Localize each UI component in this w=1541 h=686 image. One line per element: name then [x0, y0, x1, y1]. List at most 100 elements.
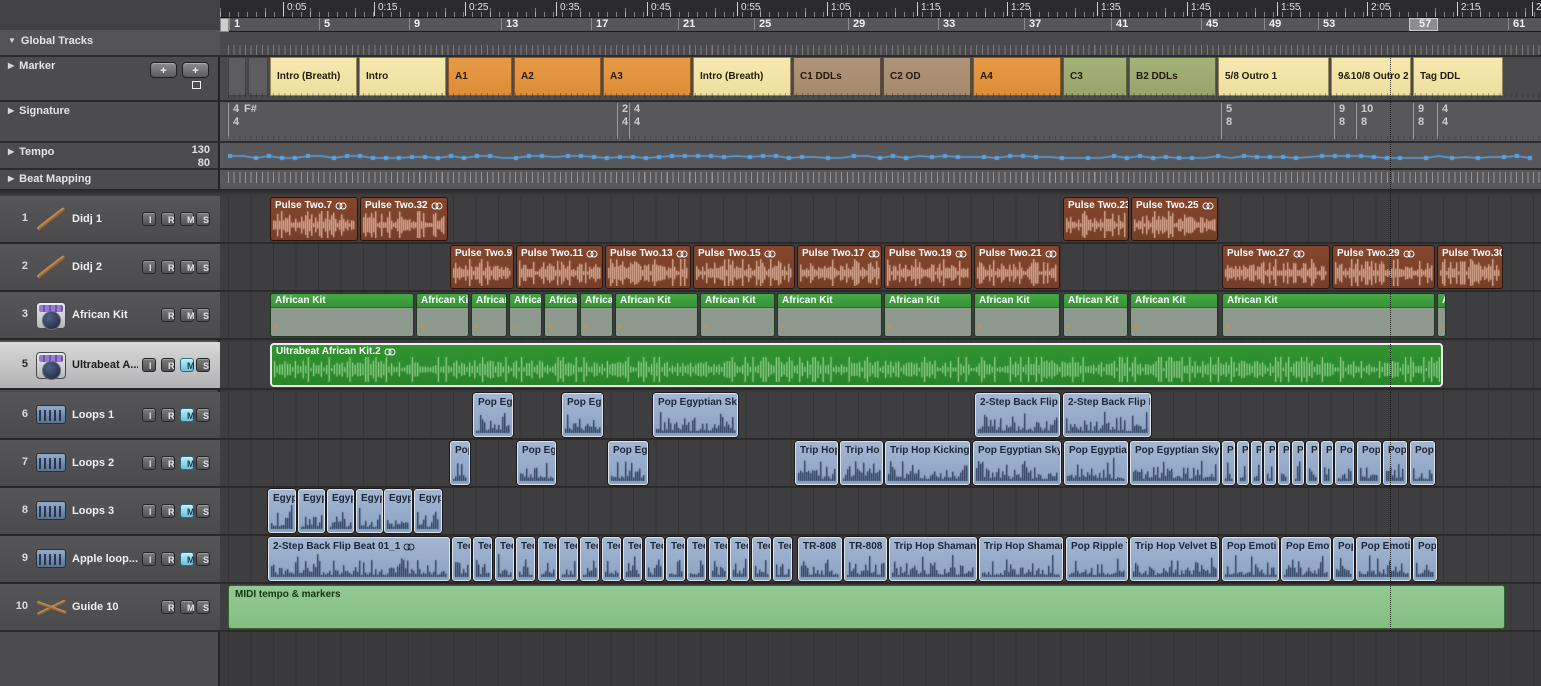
region[interactable]: African Kit — [270, 293, 414, 337]
region[interactable]: African Kit — [884, 293, 972, 337]
beat-mapping-row-label[interactable]: ▶Beat Mapping — [8, 173, 91, 185]
region[interactable]: African Kit — [1130, 293, 1218, 337]
track-header-loops-3[interactable]: 8Loops 3IRMS — [0, 488, 220, 536]
marker-a1[interactable]: A1 — [448, 57, 512, 96]
region[interactable]: Pulse Two.7 — [270, 197, 358, 241]
region[interactable]: Pop Emoti — [1281, 537, 1331, 581]
marker-c3[interactable]: C3 — [1063, 57, 1127, 96]
input-monitor-button[interactable]: I — [142, 212, 156, 226]
region[interactable]: Tec — [559, 537, 578, 581]
track-header-african-kit[interactable]: 3African KitRMS — [0, 292, 220, 340]
region[interactable]: Pop Egy — [562, 393, 603, 437]
region[interactable]: Trip Ho — [840, 441, 883, 485]
region[interactable]: Tec — [473, 537, 492, 581]
region[interactable]: Pop Emoti — [1222, 537, 1279, 581]
region[interactable]: Tec — [495, 537, 514, 581]
record-enable-button[interactable]: R — [161, 600, 175, 614]
region[interactable]: African Kit — [471, 293, 507, 337]
mute-button[interactable]: M — [180, 358, 194, 372]
input-monitor-button[interactable]: I — [142, 552, 156, 566]
solo-button[interactable]: S — [196, 456, 210, 470]
region[interactable]: Pop — [1410, 441, 1435, 485]
region[interactable]: Pulse Two.30 — [1437, 245, 1503, 289]
region[interactable]: Pop Egy — [473, 393, 513, 437]
region[interactable]: Pop Egy — [517, 441, 556, 485]
marker-intro[interactable]: Intro — [359, 57, 446, 96]
input-monitor-button[interactable]: I — [142, 358, 156, 372]
region[interactable]: African Kit — [416, 293, 469, 337]
region[interactable]: African Kit — [1063, 293, 1128, 337]
marker-intro-breath-[interactable]: Intro (Breath) — [693, 57, 791, 96]
region[interactable]: MIDI tempo & markers — [228, 585, 1505, 629]
input-monitor-button[interactable]: I — [142, 260, 156, 274]
input-monitor-button[interactable]: I — [142, 504, 156, 518]
marker-row-label[interactable]: ▶Marker — [8, 60, 55, 72]
record-enable-button[interactable]: R — [161, 456, 175, 470]
marker-empty[interactable] — [248, 57, 268, 96]
region[interactable]: Pop Egyptian Sky — [973, 441, 1061, 485]
region[interactable]: Tec — [645, 537, 664, 581]
marker-5-8-outro-1[interactable]: 5/8 Outro 1 — [1218, 57, 1329, 96]
input-monitor-button[interactable]: I — [142, 408, 156, 422]
region[interactable]: Pulse Two.21 — [974, 245, 1060, 289]
mute-button[interactable]: M — [180, 504, 194, 518]
region[interactable]: Pulse Two.32 — [360, 197, 448, 241]
time-ruler[interactable]: 0:050:150:250:350:450:551:051:151:251:35… — [220, 0, 1541, 18]
track-header-didj-1[interactable]: 1Didj 1IRMS — [0, 196, 220, 244]
track-header-guide-10[interactable]: 10Guide 10RMS — [0, 584, 220, 632]
marker-a4[interactable]: A4 — [973, 57, 1061, 96]
marker-9-10-8-outro-2[interactable]: 9&10/8 Outro 2 — [1331, 57, 1411, 96]
mute-button[interactable]: M — [180, 212, 194, 226]
mute-button[interactable]: M — [180, 260, 194, 274]
time-signature-event[interactable]: 44 — [629, 103, 640, 139]
solo-button[interactable]: S — [196, 504, 210, 518]
time-signature-event[interactable]: 24 — [617, 103, 628, 139]
region[interactable]: P — [1292, 441, 1304, 485]
region[interactable]: Trip Hop Velvet B — [1130, 537, 1219, 581]
region[interactable]: Pop Egy — [608, 441, 648, 485]
region[interactable]: Tec — [773, 537, 792, 581]
track-header-loops-1[interactable]: 6Loops 1IRMS — [0, 392, 220, 440]
disclosure-down-icon[interactable]: ▼ — [8, 36, 16, 45]
mute-button[interactable]: M — [180, 456, 194, 470]
region[interactable]: Tec — [752, 537, 771, 581]
region[interactable]: Egyptian — [414, 489, 442, 533]
region[interactable]: Trip Hop Kicking — [885, 441, 970, 485]
region[interactable]: Pulse Two.27 — [1222, 245, 1330, 289]
region[interactable]: Pulse Two.13 — [605, 245, 691, 289]
region[interactable]: Egyptian — [268, 489, 296, 533]
tempo-curve[interactable] — [228, 143, 1541, 168]
region[interactable]: P — [1278, 441, 1290, 485]
time-signature-event[interactable]: 98 — [1334, 103, 1345, 139]
region[interactable]: Pulse Two.17 — [797, 245, 882, 289]
region[interactable]: Tec — [730, 537, 749, 581]
region[interactable]: TR-808 — [798, 537, 842, 581]
region[interactable]: Pop Egyptian Sky — [1130, 441, 1220, 485]
time-signature-event[interactable]: 58 — [1221, 103, 1232, 139]
marker-tag-ddl[interactable]: Tag DDL — [1413, 57, 1503, 96]
region[interactable]: Trip Hop Shaman — [979, 537, 1063, 581]
region[interactable]: Pulse Two.15 — [693, 245, 795, 289]
input-monitor-button[interactable]: I — [142, 456, 156, 470]
disclosure-right-icon[interactable]: ▶ — [8, 61, 14, 70]
bar-ruler[interactable]: 15913172125293337414549535761 — [220, 18, 1541, 32]
region[interactable]: Tec — [687, 537, 706, 581]
mute-button[interactable]: M — [180, 308, 194, 322]
region[interactable]: P — [1321, 441, 1333, 485]
marker-a3[interactable]: A3 — [603, 57, 691, 96]
region[interactable]: Trip Hop — [795, 441, 838, 485]
add-global-track-button[interactable]: + — [150, 62, 177, 78]
record-enable-button[interactable]: R — [161, 358, 175, 372]
region[interactable]: African Kit — [615, 293, 698, 337]
region[interactable]: Ultrabeat African Kit.2 — [270, 343, 1443, 387]
mute-button[interactable]: M — [180, 408, 194, 422]
marker-a2[interactable]: A2 — [514, 57, 601, 96]
region[interactable]: P — [1251, 441, 1262, 485]
region[interactable]: Egyptian — [356, 489, 383, 533]
region[interactable]: Tec — [602, 537, 621, 581]
region[interactable]: P — [1237, 441, 1249, 485]
region[interactable]: Tec — [516, 537, 535, 581]
region[interactable]: Pop Emoti — [1356, 537, 1411, 581]
empty-arrange-area[interactable] — [220, 632, 1541, 686]
region[interactable]: Pop — [1357, 441, 1381, 485]
